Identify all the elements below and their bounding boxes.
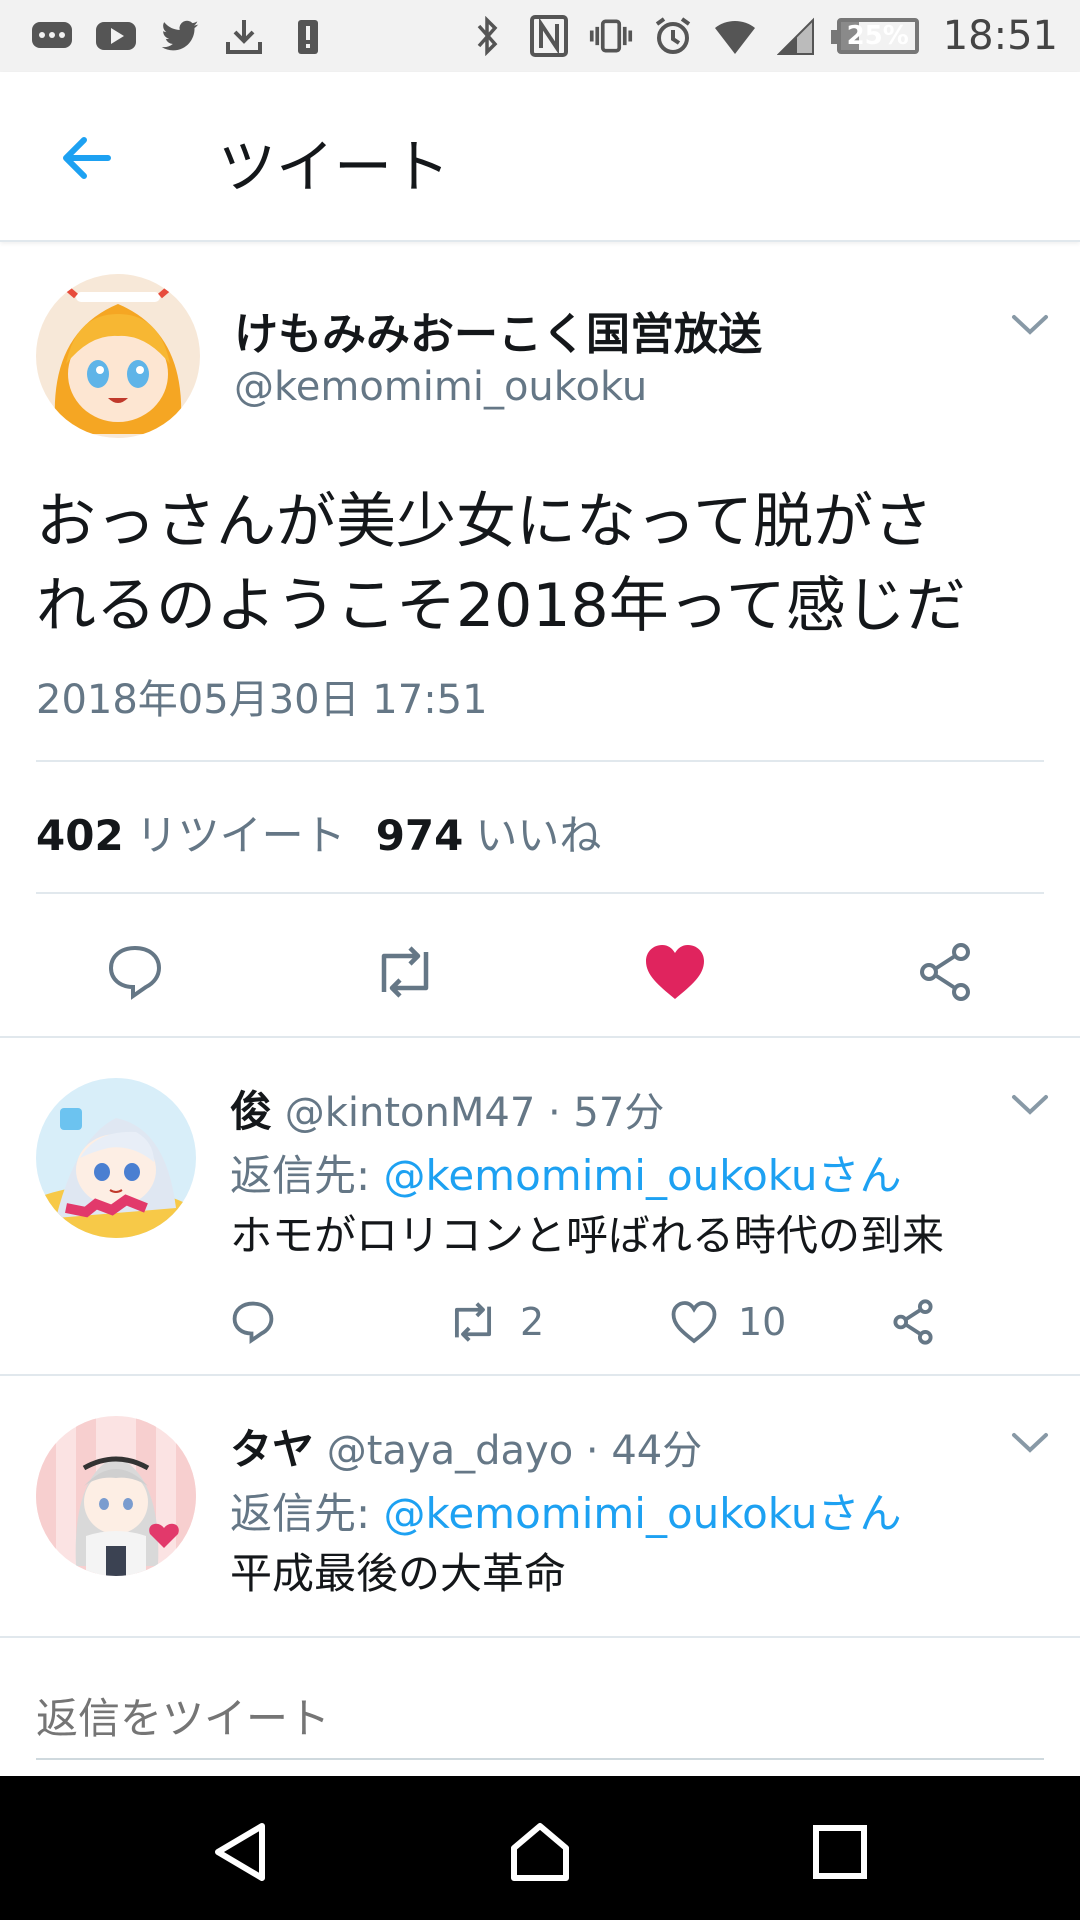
chevron-down-icon <box>1012 315 1048 335</box>
tweet-actions <box>0 932 1080 1012</box>
wifi-icon <box>713 14 757 58</box>
avatar[interactable] <box>36 1078 196 1238</box>
avatar[interactable] <box>36 1416 196 1576</box>
retweet-icon <box>381 946 429 998</box>
author-name[interactable]: けもみみおーこく国営放送 <box>234 298 762 362</box>
alert-icon <box>286 14 330 58</box>
retweet-count: 2 <box>520 1300 545 1344</box>
reply-header: タヤ @taya_dayo · 44分 <box>230 1416 702 1477</box>
status-time: 18:51 <box>942 13 1058 59</box>
back-arrow-icon <box>63 137 111 179</box>
nfc-icon <box>527 14 571 58</box>
like-count: 10 <box>738 1300 787 1344</box>
nav-home-button[interactable] <box>500 1812 580 1892</box>
reply-header: 俊 @kintonM47 · 57分 <box>230 1078 664 1139</box>
tweet-menu-button[interactable] <box>1010 312 1050 338</box>
share-button[interactable] <box>905 932 985 1012</box>
heart-filled-icon <box>646 945 704 999</box>
reply-to: 返信先: @kemomimi_oukokuさん <box>230 1142 901 1203</box>
like-button[interactable]: 10 <box>670 1294 786 1350</box>
messages-icon <box>30 14 74 58</box>
share-icon <box>893 1299 933 1345</box>
like-label: いいね <box>475 811 602 860</box>
retweet-stat[interactable]: 402 リツイート <box>36 802 346 863</box>
tweet-timestamp: 2018年05月30日 17:51 <box>36 677 488 723</box>
vibrate-icon <box>589 14 633 58</box>
reply-button[interactable] <box>95 932 175 1012</box>
reply-text: ホモがロリコンと呼ばれる時代の到来 <box>230 1211 945 1260</box>
like-count: 974 <box>375 811 464 860</box>
signal-icon <box>775 14 819 58</box>
reply-author-handle[interactable]: @kintonM47 <box>285 1090 536 1136</box>
divider <box>36 892 1044 894</box>
heart-icon <box>671 1301 717 1344</box>
reply-to-label: 返信先: <box>230 1489 371 1538</box>
reply-icon <box>232 1301 274 1345</box>
reply-actions: 2 10 <box>230 1294 970 1350</box>
reply-icon <box>108 945 162 1000</box>
battery-indicator: 25% <box>830 18 919 54</box>
tweet-text: おっさんが美少女になって脱がさ れるのようこそ2018年って感じだ <box>36 480 1046 648</box>
back-button[interactable] <box>56 128 116 188</box>
reply-input[interactable] <box>36 1678 1044 1760</box>
reply-to: 返信先: @kemomimi_oukokuさん <box>230 1480 901 1541</box>
tweet-text-line: おっさんが美少女になって脱がさ <box>36 487 933 557</box>
chevron-down-icon <box>1012 1095 1048 1115</box>
reply-to-link[interactable]: @kemomimi_oukokuさん <box>384 1151 902 1200</box>
chevron-down-icon <box>1012 1433 1048 1453</box>
reply-menu-button[interactable] <box>1010 1092 1050 1118</box>
reply-tweet[interactable]: タヤ @taya_dayo · 44分 返信先: @kemomimi_oukok… <box>0 1376 1080 1636</box>
reply-button[interactable] <box>230 1294 276 1350</box>
app-header: ツイート <box>0 72 1080 242</box>
reply-tweet[interactable]: 俊 @kintonM47 · 57分 返信先: @kemomimi_oukoku… <box>0 1038 1080 1374</box>
reply-author-name[interactable]: 俊 <box>230 1087 272 1136</box>
share-icon <box>920 943 970 1001</box>
bluetooth-icon <box>465 14 509 58</box>
reply-author-handle[interactable]: @taya_dayo <box>327 1428 573 1474</box>
reply-time: · 44分 <box>585 1428 703 1474</box>
nav-recents-button[interactable] <box>800 1812 880 1892</box>
battery-percent: 25% <box>846 21 909 51</box>
share-button[interactable] <box>890 1294 936 1350</box>
download-icon <box>222 14 266 58</box>
reply-text: 平成最後の大革命 <box>230 1549 567 1598</box>
retweet-button[interactable] <box>365 932 445 1012</box>
home-icon <box>511 1823 569 1881</box>
author-handle[interactable]: @kemomimi_oukoku <box>234 364 647 410</box>
alarm-icon <box>651 14 695 58</box>
nav-back-button[interactable] <box>200 1812 280 1892</box>
android-nav-bar <box>0 1776 1080 1920</box>
retweet-label: リツイート <box>135 811 346 860</box>
reply-time: · 57分 <box>548 1090 665 1136</box>
like-button[interactable] <box>635 932 715 1012</box>
reply-menu-button[interactable] <box>1010 1430 1050 1456</box>
status-bar: 25% 18:51 <box>0 0 1080 72</box>
retweet-button[interactable]: 2 <box>446 1294 544 1350</box>
like-stat[interactable]: 974 いいね <box>376 802 602 863</box>
youtube-icon <box>94 14 138 58</box>
reply-to-link[interactable]: @kemomimi_oukokuさん <box>384 1489 902 1538</box>
divider <box>36 760 1044 762</box>
square-recents-icon <box>813 1825 867 1879</box>
tweet-stats: 402 リツイート 974 いいね <box>36 802 601 863</box>
reply-to-label: 返信先: <box>230 1151 371 1200</box>
reply-compose-bar <box>0 1636 1080 1778</box>
twitter-icon <box>158 14 202 58</box>
avatar[interactable] <box>36 274 200 438</box>
page-title: ツイート <box>218 133 451 201</box>
retweet-icon <box>454 1302 492 1342</box>
retweet-count: 402 <box>36 811 124 860</box>
triangle-back-icon <box>215 1823 265 1881</box>
tweet-text-line: れるのようこそ2018年って感じだ <box>36 571 966 641</box>
reply-author-name[interactable]: タヤ <box>230 1425 314 1474</box>
